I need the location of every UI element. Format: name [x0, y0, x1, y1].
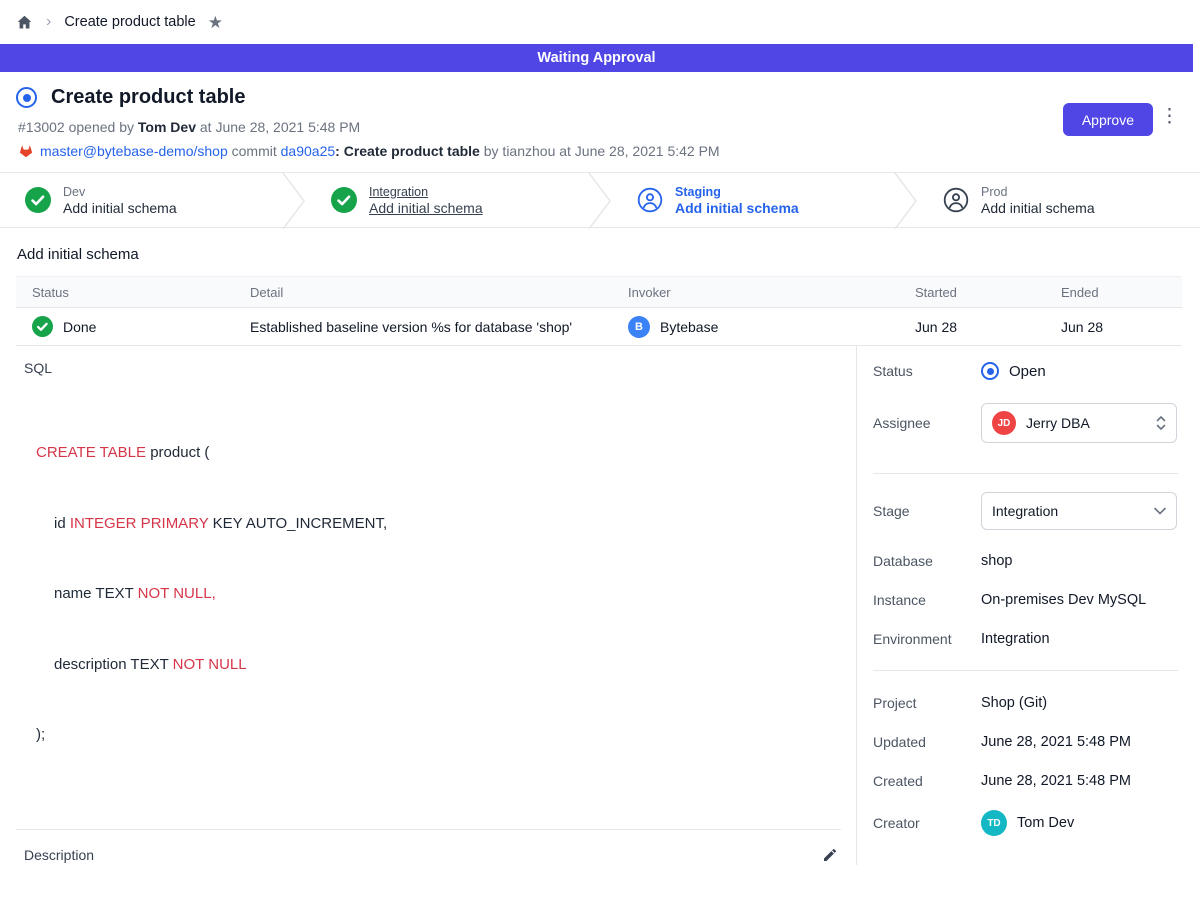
- issue-opened-at: at June 28, 2021 5:48 PM: [196, 119, 360, 135]
- vcs-branch-link[interactable]: master@bytebase-demo/shop: [40, 143, 228, 159]
- section-divider: [16, 829, 841, 830]
- status-open-icon: [981, 362, 999, 380]
- issue-open-icon: [16, 87, 37, 108]
- environment-label: Environment: [873, 631, 981, 647]
- updown-chevron-icon: [1156, 415, 1166, 431]
- stage-separator: [588, 173, 612, 229]
- stage-separator: [894, 173, 918, 229]
- stage-env-label: Staging: [675, 185, 799, 199]
- stage-task-label: Add initial schema: [675, 200, 799, 216]
- vcs-commit-hash-link[interactable]: da90a25: [281, 143, 336, 159]
- stage-env-label: Dev: [63, 185, 177, 199]
- instance-value: On-premises Dev MySQL: [981, 592, 1146, 608]
- issue-author: Tom Dev: [138, 119, 196, 135]
- status-banner-text: Waiting Approval: [537, 50, 655, 66]
- vcs-commit-message: : Create product table: [335, 143, 480, 159]
- check-circle-icon: [32, 316, 53, 337]
- assignee-avatar: JD: [992, 411, 1016, 435]
- assignee-value: Jerry DBA: [1026, 415, 1090, 431]
- check-circle-icon: [331, 187, 357, 213]
- star-icon[interactable]: ★: [208, 14, 223, 31]
- task-table-header: Status Detail Invoker Started Ended: [16, 276, 1182, 308]
- stage-separator: [282, 173, 306, 229]
- task-invoker: Bytebase: [660, 319, 718, 335]
- creator-value: Tom Dev: [1017, 815, 1074, 831]
- status-value: Open: [1009, 363, 1046, 380]
- stage-staging[interactable]: Staging Add initial schema: [612, 173, 894, 227]
- environment-value: Integration: [981, 631, 1050, 647]
- kebab-menu-icon[interactable]: ⋮: [1160, 107, 1179, 126]
- issue-ref: #13002 opened by: [18, 119, 138, 135]
- task-section: Add initial schema Status Detail Invoker…: [0, 228, 1200, 346]
- col-started: Started: [915, 285, 1061, 300]
- stage-label: Stage: [873, 503, 981, 519]
- stage-task-label: Add initial schema: [981, 200, 1095, 216]
- home-icon[interactable]: [16, 14, 33, 31]
- instance-label: Instance: [873, 592, 981, 608]
- issue-header: Create product table #13002 opened by To…: [0, 72, 1200, 172]
- updated-value: June 28, 2021 5:48 PM: [981, 734, 1131, 750]
- stage-task-label: Add initial schema: [63, 200, 177, 216]
- sidebar: Status Open Assignee JD Jerry DBA Stage …: [857, 346, 1200, 865]
- col-detail: Detail: [250, 285, 628, 300]
- vcs-commit-by: by tianzhou at June 28, 2021 5:42 PM: [480, 143, 720, 159]
- stage-dev[interactable]: Dev Add initial schema: [0, 173, 282, 227]
- col-ended: Ended: [1061, 285, 1182, 300]
- task-section-title: Add initial schema: [17, 246, 1182, 263]
- pipeline: Dev Add initial schema Integration Add i…: [0, 172, 1200, 228]
- stage-env-label: Prod: [981, 185, 1095, 199]
- sql-code-block: CREATE TABLE product ( id INTEGER PRIMAR…: [36, 394, 856, 794]
- database-value: shop: [981, 553, 1012, 569]
- updated-label: Updated: [873, 734, 981, 750]
- created-label: Created: [873, 773, 981, 789]
- stage-env-label: Integration: [369, 185, 483, 199]
- sidebar-divider: [873, 473, 1178, 474]
- table-row[interactable]: Done Established baseline version %s for…: [16, 308, 1182, 346]
- gitlab-icon: [18, 143, 34, 159]
- check-circle-icon: [25, 187, 51, 213]
- breadcrumb: › Create product table ★: [0, 0, 1200, 44]
- project-value[interactable]: Shop (Git): [981, 695, 1047, 711]
- breadcrumb-chevron-icon: ›: [46, 14, 51, 30]
- status-banner: Waiting Approval: [0, 44, 1193, 72]
- col-invoker: Invoker: [628, 285, 915, 300]
- invoker-avatar: B: [628, 316, 650, 338]
- vcs-commit-line: master@bytebase-demo/shop commit da90a25…: [18, 143, 1184, 159]
- approve-button[interactable]: Approve: [1063, 103, 1153, 136]
- stage-integration[interactable]: Integration Add initial schema: [306, 173, 588, 227]
- breadcrumb-title: Create product table: [64, 14, 195, 30]
- task-ended: Jun 28: [1061, 319, 1182, 335]
- creator-avatar: TD: [981, 810, 1007, 836]
- assignee-select[interactable]: JD Jerry DBA: [981, 403, 1177, 443]
- assignee-label: Assignee: [873, 415, 981, 431]
- issue-title: Create product table: [51, 86, 245, 109]
- description-label: Description: [24, 847, 94, 863]
- task-table: Status Detail Invoker Started Ended Done…: [16, 276, 1182, 346]
- main-column: SQL CREATE TABLE product ( id INTEGER PR…: [0, 346, 857, 865]
- project-label: Project: [873, 695, 981, 711]
- created-value: June 28, 2021 5:48 PM: [981, 773, 1131, 789]
- stage-prod[interactable]: Prod Add initial schema: [918, 173, 1200, 227]
- user-circle-icon: [637, 187, 663, 213]
- vcs-commit-word: commit: [228, 143, 281, 159]
- task-started: Jun 28: [915, 319, 1061, 335]
- stage-value: Integration: [992, 503, 1058, 519]
- creator-label: Creator: [873, 815, 981, 831]
- edit-pencil-icon[interactable]: [822, 847, 838, 863]
- chevron-down-icon: [1154, 507, 1166, 515]
- status-label: Status: [873, 363, 981, 379]
- stage-task-label: Add initial schema: [369, 200, 483, 216]
- task-detail: Established baseline version %s for data…: [250, 319, 628, 335]
- sidebar-divider: [873, 670, 1178, 671]
- database-label: Database: [873, 553, 981, 569]
- task-status: Done: [63, 319, 96, 335]
- sql-label: SQL: [24, 360, 856, 376]
- stage-select[interactable]: Integration: [981, 492, 1177, 530]
- issue-meta: #13002 opened by Tom Dev at June 28, 202…: [18, 119, 1184, 135]
- user-circle-icon: [943, 187, 969, 213]
- col-status: Status: [16, 285, 250, 300]
